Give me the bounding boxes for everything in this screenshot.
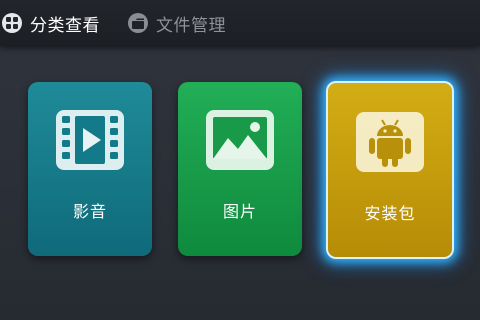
category-label-apk: 安装包	[364, 204, 416, 223]
file-manager-screen: 分类查看 文件管理 影音 图片 安装包	[0, 0, 480, 320]
video-film-icon	[56, 110, 124, 170]
picture-icon	[206, 110, 274, 170]
category-label-pictures: 图片	[222, 202, 257, 221]
tab-classify-label: 分类查看	[30, 15, 100, 36]
grid-icon	[2, 13, 22, 33]
top-bar: 分类查看 文件管理	[0, 0, 480, 46]
folder-icon	[128, 13, 148, 33]
category-tile-apk[interactable]: 安装包	[326, 81, 454, 259]
tab-files-label: 文件管理	[156, 15, 226, 36]
category-label-media: 影音	[72, 202, 107, 221]
tab-classify-view[interactable]: 分类查看	[2, 0, 100, 46]
category-tile-pictures[interactable]: 图片	[178, 82, 302, 256]
android-icon	[356, 112, 424, 172]
tab-file-management[interactable]: 文件管理	[128, 0, 226, 46]
category-tile-media[interactable]: 影音	[28, 82, 152, 256]
